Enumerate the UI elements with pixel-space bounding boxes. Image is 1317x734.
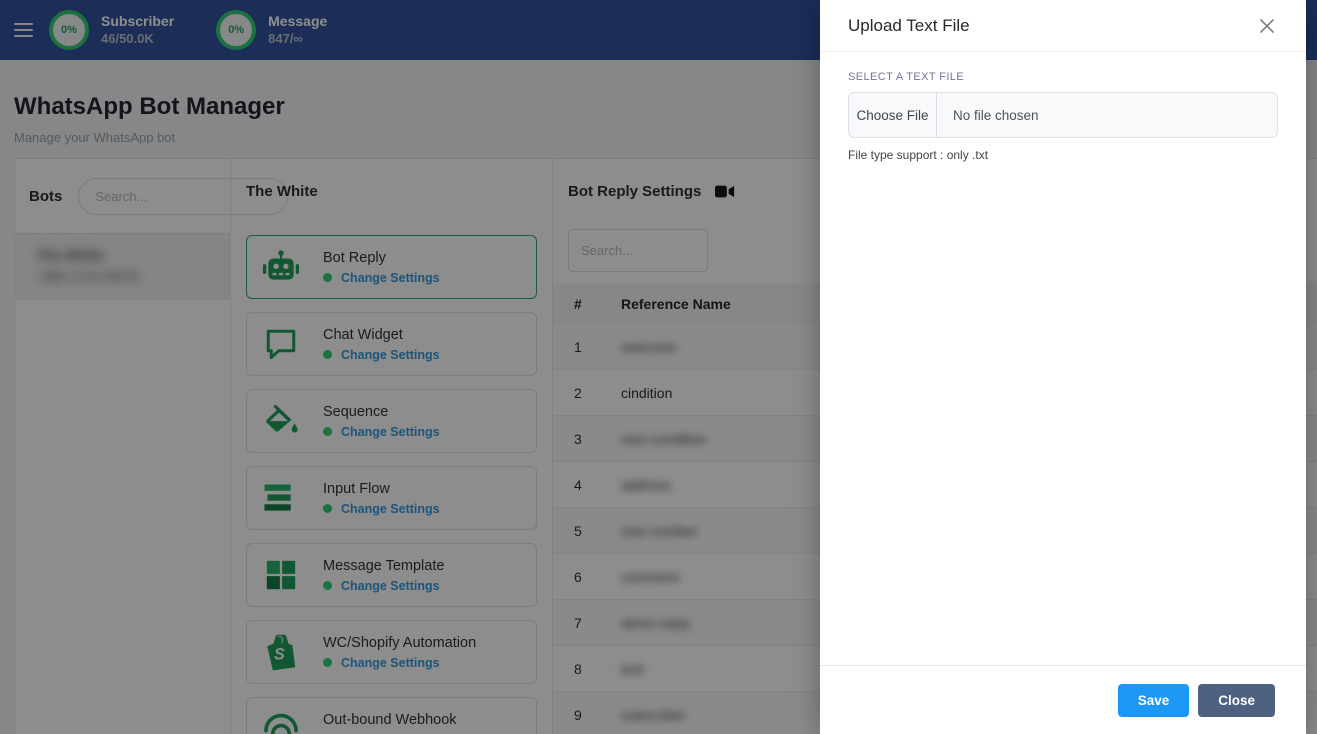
file-input[interactable]: Choose File No file chosen: [848, 92, 1278, 138]
close-icon[interactable]: [1256, 15, 1278, 37]
save-button[interactable]: Save: [1117, 683, 1190, 717]
close-button[interactable]: Close: [1198, 683, 1275, 717]
no-file-chosen-text: No file chosen: [953, 107, 1039, 123]
file-type-helper-text: File type support : only .txt: [848, 148, 989, 162]
select-file-label: SELECT A TEXT FILE: [848, 71, 965, 83]
app-root: 0% Subscriber 46/50.0K 0% Message 847/∞ …: [0, 0, 1317, 734]
modal-title: Upload Text File: [848, 15, 970, 35]
upload-text-file-modal: Upload Text File SELECT A TEXT FILE Choo…: [820, 0, 1306, 734]
choose-file-button[interactable]: Choose File: [849, 93, 937, 137]
